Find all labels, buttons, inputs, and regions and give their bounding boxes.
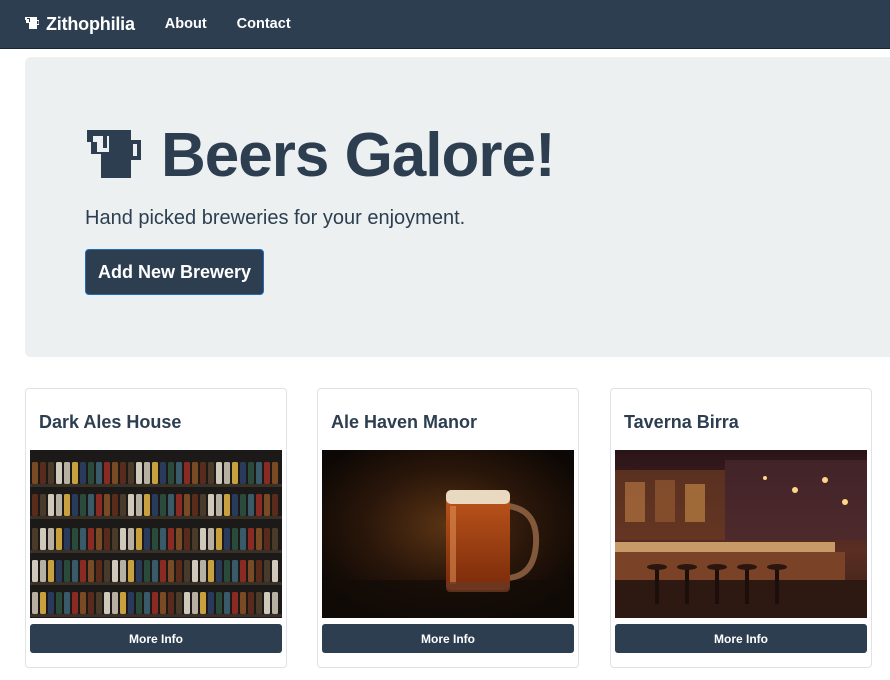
more-info-button[interactable]: More Info — [615, 624, 867, 653]
brewery-card: Taverna Birra More Info — [610, 388, 872, 668]
brewery-card: Dark Ales House More Info — [25, 388, 287, 668]
page-title-text: Beers Galore! — [161, 121, 556, 190]
beer-mug-icon — [25, 14, 46, 35]
card-title: Dark Ales House — [39, 412, 182, 432]
lead-text: Hand picked breweries for your enjoyment… — [85, 207, 466, 229]
brand-link[interactable]: Zithophilia — [25, 14, 135, 35]
page-title: Beers Galore! — [87, 121, 556, 190]
nav-link-about[interactable]: About — [165, 16, 207, 32]
beer-mug-icon — [87, 128, 161, 185]
brand-text: Zithophilia — [46, 13, 135, 34]
beer-mug-image — [322, 450, 574, 618]
card-title: Taverna Birra — [624, 412, 739, 432]
beer-shelves-image — [30, 450, 282, 618]
bar-interior-image — [615, 450, 867, 618]
more-info-button[interactable]: More Info — [30, 624, 282, 653]
card-title: Ale Haven Manor — [331, 412, 478, 432]
navbar: Zithophilia About Contact — [0, 0, 890, 49]
nav-link-contact[interactable]: Contact — [237, 16, 291, 32]
jumbotron: Beers Galore! Hand picked breweries for … — [25, 57, 890, 357]
brewery-card: Ale Haven Manor More Info — [317, 388, 579, 668]
add-brewery-button[interactable]: Add New Brewery — [85, 249, 264, 295]
more-info-button[interactable]: More Info — [322, 624, 574, 653]
